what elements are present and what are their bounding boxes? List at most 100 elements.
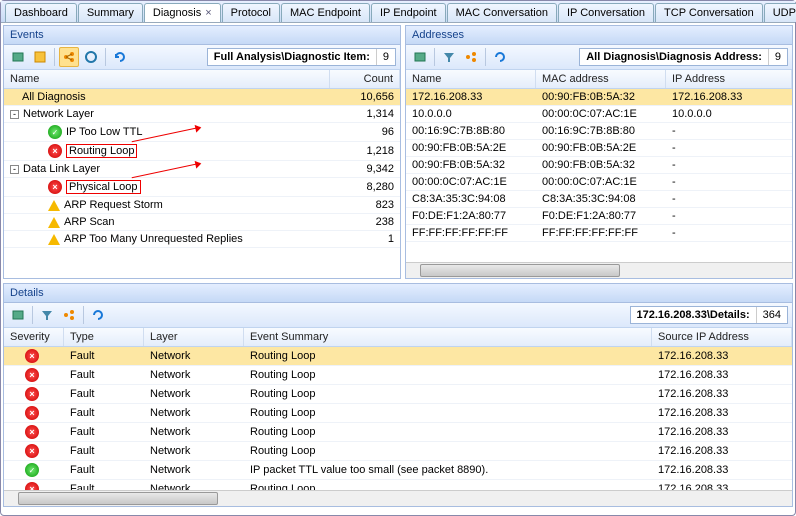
cell-type: Fault [64, 386, 144, 402]
details-hscroll[interactable] [4, 490, 792, 506]
cell-layer: Network [144, 424, 244, 440]
addresses-pane: Addresses All Diagnosis\Diagnosis Addres… [405, 25, 793, 279]
error-icon: × [25, 444, 39, 458]
col-mac[interactable]: MAC address [536, 70, 666, 88]
addresses-toolbar: All Diagnosis\Diagnosis Address: 9 [406, 45, 792, 70]
cell-ip: - [666, 157, 792, 173]
events-grid[interactable]: All Diagnosis10,656-Network Layer1,314✓I… [4, 89, 400, 278]
tab-tcp-conversation[interactable]: TCP Conversation [655, 3, 763, 22]
cell-name: 00:00:0C:07:AC:1E [406, 174, 536, 190]
addresses-row[interactable]: F0:DE:F1:2A:80:77F0:DE:F1:2A:80:77- [406, 208, 792, 225]
addresses-row[interactable]: C8:3A:35:3C:94:08C8:3A:35:3C:94:08- [406, 191, 792, 208]
events-row[interactable]: All Diagnosis10,656 [4, 89, 400, 106]
col-summary[interactable]: Event Summary [244, 328, 652, 346]
warning-icon [48, 200, 60, 211]
addresses-row[interactable]: 172.16.208.3300:90:FB:0B:5A:32172.16.208… [406, 89, 792, 106]
col-name[interactable]: Name [406, 70, 536, 88]
col-severity[interactable]: Severity [4, 328, 64, 346]
details-grid[interactable]: ×FaultNetworkRouting Loop172.16.208.33×F… [4, 347, 792, 490]
details-row[interactable]: ×FaultNetworkRouting Loop172.16.208.33 [4, 442, 792, 461]
tree-toggle-icon[interactable]: - [10, 165, 19, 174]
col-layer[interactable]: Layer [144, 328, 244, 346]
cell-source-ip: 172.16.208.33 [652, 424, 792, 440]
events-row[interactable]: ✓IP Too Low TTL96 [4, 123, 400, 142]
cell-ip: - [666, 123, 792, 139]
col-count[interactable]: Count [330, 70, 400, 88]
tab-protocol[interactable]: Protocol [222, 3, 280, 22]
details-row[interactable]: ×FaultNetworkRouting Loop172.16.208.33 [4, 347, 792, 366]
export-icon[interactable] [410, 47, 430, 67]
details-row[interactable]: ×FaultNetworkRouting Loop172.16.208.33 [4, 404, 792, 423]
export-icon[interactable] [8, 305, 28, 325]
close-icon[interactable]: × [205, 7, 211, 19]
refresh-icon[interactable] [490, 47, 510, 67]
events-row[interactable]: -Data Link Layer9,342 [4, 161, 400, 178]
row-label: Network Layer [23, 108, 94, 120]
cell-source-ip: 172.16.208.33 [652, 405, 792, 421]
ok-icon: ✓ [48, 125, 62, 139]
filter-icon[interactable] [37, 305, 57, 325]
ok-icon: ✓ [25, 463, 39, 477]
events-row[interactable]: ARP Too Many Unrequested Replies1 [4, 231, 400, 248]
cell-mac: 00:00:0C:07:AC:1E [536, 106, 666, 122]
details-row[interactable]: ×FaultNetworkRouting Loop172.16.208.33 [4, 480, 792, 490]
cell-mac: F0:DE:F1:2A:80:77 [536, 208, 666, 224]
error-icon: × [48, 180, 62, 194]
filter-node-icon[interactable] [59, 47, 79, 67]
tab-udp[interactable]: UDP [764, 3, 796, 22]
tree-toggle-icon[interactable]: - [10, 110, 19, 119]
details-row[interactable]: ×FaultNetworkRouting Loop172.16.208.33 [4, 366, 792, 385]
cell-summary: Routing Loop [244, 405, 652, 421]
cell-summary: Routing Loop [244, 348, 652, 364]
tab-diagnosis[interactable]: Diagnosis× [144, 3, 221, 22]
warning-icon [48, 217, 60, 228]
refresh-icon[interactable] [88, 305, 108, 325]
addresses-row[interactable]: 10.0.0.000:00:0C:07:AC:1E10.0.0.0 [406, 106, 792, 123]
tab-dashboard[interactable]: Dashboard [5, 3, 77, 22]
filter-icon[interactable] [439, 47, 459, 67]
filter-node-icon[interactable] [461, 47, 481, 67]
cell-summary: Routing Loop [244, 481, 652, 490]
addresses-grid[interactable]: 172.16.208.3300:90:FB:0B:5A:32172.16.208… [406, 89, 792, 262]
cell-ip: - [666, 191, 792, 207]
tab-mac-conversation[interactable]: MAC Conversation [447, 3, 557, 22]
events-header: Events [4, 26, 400, 45]
events-row[interactable]: ARP Request Storm823 [4, 197, 400, 214]
tab-ip-endpoint[interactable]: IP Endpoint [371, 3, 446, 22]
addresses-header: Addresses [406, 26, 792, 45]
options-dropdown-icon[interactable] [81, 47, 101, 67]
cell-type: Fault [64, 462, 144, 478]
tab-mac-endpoint[interactable]: MAC Endpoint [281, 3, 370, 22]
addresses-row[interactable]: FF:FF:FF:FF:FF:FFFF:FF:FF:FF:FF:FF- [406, 225, 792, 242]
details-row[interactable]: ×FaultNetworkRouting Loop172.16.208.33 [4, 385, 792, 404]
col-name[interactable]: Name [4, 70, 330, 88]
events-row[interactable]: ARP Scan238 [4, 214, 400, 231]
addresses-row[interactable]: 00:90:FB:0B:5A:2E00:90:FB:0B:5A:2E- [406, 140, 792, 157]
filter-node-icon[interactable] [59, 305, 79, 325]
details-filter-count: 364 [756, 307, 787, 323]
cell-ip: 172.16.208.33 [666, 89, 792, 105]
addresses-row[interactable]: 00:90:FB:0B:5A:3200:90:FB:0B:5A:32- [406, 157, 792, 174]
details-row[interactable]: ✓FaultNetworkIP packet TTL value too sma… [4, 461, 792, 480]
addresses-row[interactable]: 00:00:0C:07:AC:1E00:00:0C:07:AC:1E- [406, 174, 792, 191]
app-icon[interactable] [30, 47, 50, 67]
export-icon[interactable] [8, 47, 28, 67]
cell-layer: Network [144, 405, 244, 421]
tab-ip-conversation[interactable]: IP Conversation [558, 3, 654, 22]
events-toolbar: Full Analysis\Diagnostic Item: 9 [4, 45, 400, 70]
refresh-icon[interactable] [110, 47, 130, 67]
cell-source-ip: 172.16.208.33 [652, 367, 792, 383]
events-row[interactable]: ×Routing Loop1,218 [4, 142, 400, 161]
events-row[interactable]: -Network Layer1,314 [4, 106, 400, 123]
col-type[interactable]: Type [64, 328, 144, 346]
details-filter-label: 172.16.208.33\Details: [631, 307, 756, 323]
col-ip[interactable]: IP Address [666, 70, 792, 88]
details-row[interactable]: ×FaultNetworkRouting Loop172.16.208.33 [4, 423, 792, 442]
events-row[interactable]: ×Physical Loop8,280 [4, 178, 400, 197]
tab-summary[interactable]: Summary [78, 3, 143, 22]
row-label: ARP Request Storm [64, 199, 163, 211]
cell-type: Fault [64, 443, 144, 459]
addresses-hscroll[interactable] [406, 262, 792, 278]
col-source-ip[interactable]: Source IP Address [652, 328, 792, 346]
addresses-row[interactable]: 00:16:9C:7B:8B:8000:16:9C:7B:8B:80- [406, 123, 792, 140]
